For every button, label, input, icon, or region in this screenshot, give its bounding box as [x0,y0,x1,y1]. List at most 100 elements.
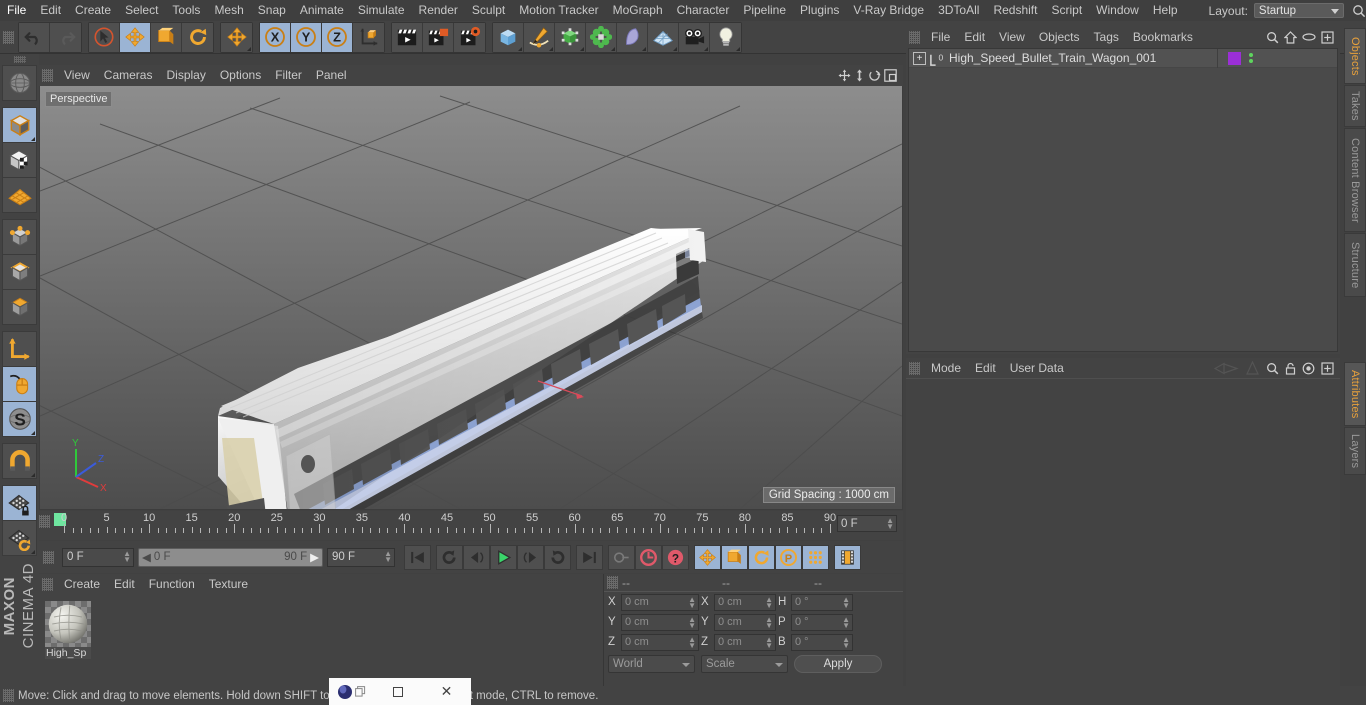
material-menu-edit[interactable]: Edit [107,574,142,595]
menu-animate[interactable]: Animate [293,0,351,21]
record-pla-button[interactable] [802,544,829,570]
material-item[interactable]: High_Sp [45,601,91,659]
viewport-menu-panel[interactable]: Panel [309,65,354,86]
go-to-start-button[interactable] [404,544,431,570]
material-grip[interactable] [42,578,53,591]
flyout-corner-icon[interactable] [642,46,646,51]
menu-character[interactable]: Character [670,0,737,21]
record-rotation-button[interactable] [748,544,775,570]
flyout-corner-icon[interactable] [580,46,584,51]
play-button[interactable] [490,544,517,570]
coordinate-system-dropdown[interactable]: World [608,654,695,673]
preview-range-slider[interactable]: ◀ 0 F 90 F ▶ [138,547,323,567]
menu-v-ray-bridge[interactable]: V-Ray Bridge [846,0,931,21]
attributes-grip[interactable] [909,361,920,375]
array-modeling-button[interactable] [586,22,617,52]
spinner-icon[interactable]: ▲ ▼ [765,615,773,629]
viewport-grip[interactable] [42,69,53,82]
floor-environment-button[interactable] [648,22,679,52]
spinner-icon[interactable]: ▲ ▼ [765,635,773,649]
size-field-Y[interactable]: 0 cm ▲ ▼ [714,613,776,631]
search-icon[interactable] [1266,362,1279,375]
tab-layers[interactable]: Layers [1344,427,1366,475]
menu-render[interactable]: Render [412,0,465,21]
search-icon[interactable] [1352,4,1366,18]
menu-plugins[interactable]: Plugins [793,0,846,21]
scale-tool[interactable] [151,22,182,52]
menu-window[interactable]: Window [1089,0,1146,21]
attributes-menu-user-data[interactable]: User Data [1003,358,1071,379]
object-menu-tags[interactable]: Tags [1087,27,1126,48]
attributes-menu-edit[interactable]: Edit [968,358,1003,379]
pan-icon[interactable] [838,69,851,82]
search-icon[interactable] [1266,31,1279,44]
viewport-menu-cameras[interactable]: Cameras [97,65,160,86]
z-axis-lock[interactable]: Z [322,22,353,52]
menu-help[interactable]: Help [1146,0,1185,21]
flyout-corner-icon[interactable] [673,46,677,51]
record-position-button[interactable] [694,544,721,570]
record-scale-button[interactable] [721,544,748,570]
forward-arrow-icon[interactable] [1245,361,1260,375]
menu-select[interactable]: Select [118,0,165,21]
next-frame-button[interactable] [517,544,544,570]
tool-soft-selection[interactable]: S [2,401,37,437]
flyout-corner-icon[interactable] [704,46,708,51]
menu-pipeline[interactable]: Pipeline [736,0,793,21]
spinner-icon[interactable]: ▲ ▼ [765,595,773,609]
keyframe-selection-button[interactable]: ? [662,544,689,570]
viewport-menu-filter[interactable]: Filter [268,65,309,86]
camera-button[interactable] [679,22,710,52]
timeline-grip[interactable] [39,515,50,528]
flyout-corner-icon[interactable] [247,46,251,51]
menu-create[interactable]: Create [68,0,118,21]
rotation-field-B[interactable]: 0 ° ▲ ▼ [791,633,853,651]
autokeying-button[interactable] [635,544,662,570]
render-to-picture-viewer-button[interactable] [423,22,454,52]
position-field-Y[interactable]: 0 cm ▲ ▼ [621,613,699,631]
perspective-label[interactable]: Perspective [45,91,113,107]
tool-make-editable[interactable] [2,65,37,101]
rotate-icon[interactable] [868,69,881,82]
overlay-restore-button[interactable] [373,686,422,697]
go-to-end-button[interactable] [576,544,603,570]
render-view-button[interactable] [392,22,423,52]
visibility-dots-icon[interactable] [1249,53,1253,63]
viewport-menu-view[interactable]: View [57,65,97,86]
viewport-menu-options[interactable]: Options [213,65,268,86]
light-button[interactable] [710,22,741,52]
spinner-icon[interactable]: ▲ ▼ [688,615,696,629]
tab-attributes[interactable]: Attributes [1344,362,1366,426]
viewport-menu-display[interactable]: Display [159,65,212,86]
spline-pen-button[interactable] [524,22,555,52]
toolbar-grip[interactable] [3,30,14,44]
render-settings-button[interactable] [454,22,485,52]
menu-mesh[interactable]: Mesh [207,0,250,21]
tool-polygons-mode[interactable] [2,289,37,325]
fit-icon[interactable] [1321,30,1334,44]
rotation-field-P[interactable]: 0 ° ▲ ▼ [791,613,853,631]
tool-points-mode[interactable] [2,219,37,255]
home-icon[interactable] [1284,30,1297,44]
menu-mograph[interactable]: MoGraph [606,0,670,21]
fit-icon[interactable] [1321,361,1334,375]
flyout-corner-icon[interactable] [549,46,553,51]
menu-motion-tracker[interactable]: Motion Tracker [512,0,605,21]
flyout-corner-icon[interactable] [518,46,522,51]
spinner-icon[interactable]: ▲ ▼ [688,635,696,649]
size-field-Z[interactable]: 0 cm ▲ ▼ [714,633,776,651]
tool-edges-mode[interactable] [2,254,37,290]
material-tag-swatch[interactable] [1228,51,1241,65]
maximize-icon[interactable] [884,69,897,82]
tool-axis-mode[interactable] [2,331,37,367]
spinner-icon[interactable]: ▲ ▼ [842,615,850,629]
spinner-icon[interactable]: ▲ ▼ [886,517,894,531]
play-forwards-loop-button[interactable] [544,544,571,570]
menu-tools[interactable]: Tools [165,0,207,21]
tool-workplane-mode[interactable] [2,177,37,213]
layout-select[interactable]: Startup [1253,3,1344,18]
tab-structure[interactable]: Structure [1344,233,1366,297]
timeline-frame-field[interactable]: 0 F ▲ ▼ [837,515,897,532]
tool-workplane-lock[interactable] [2,485,37,521]
live-selection-tool[interactable] [89,22,120,52]
